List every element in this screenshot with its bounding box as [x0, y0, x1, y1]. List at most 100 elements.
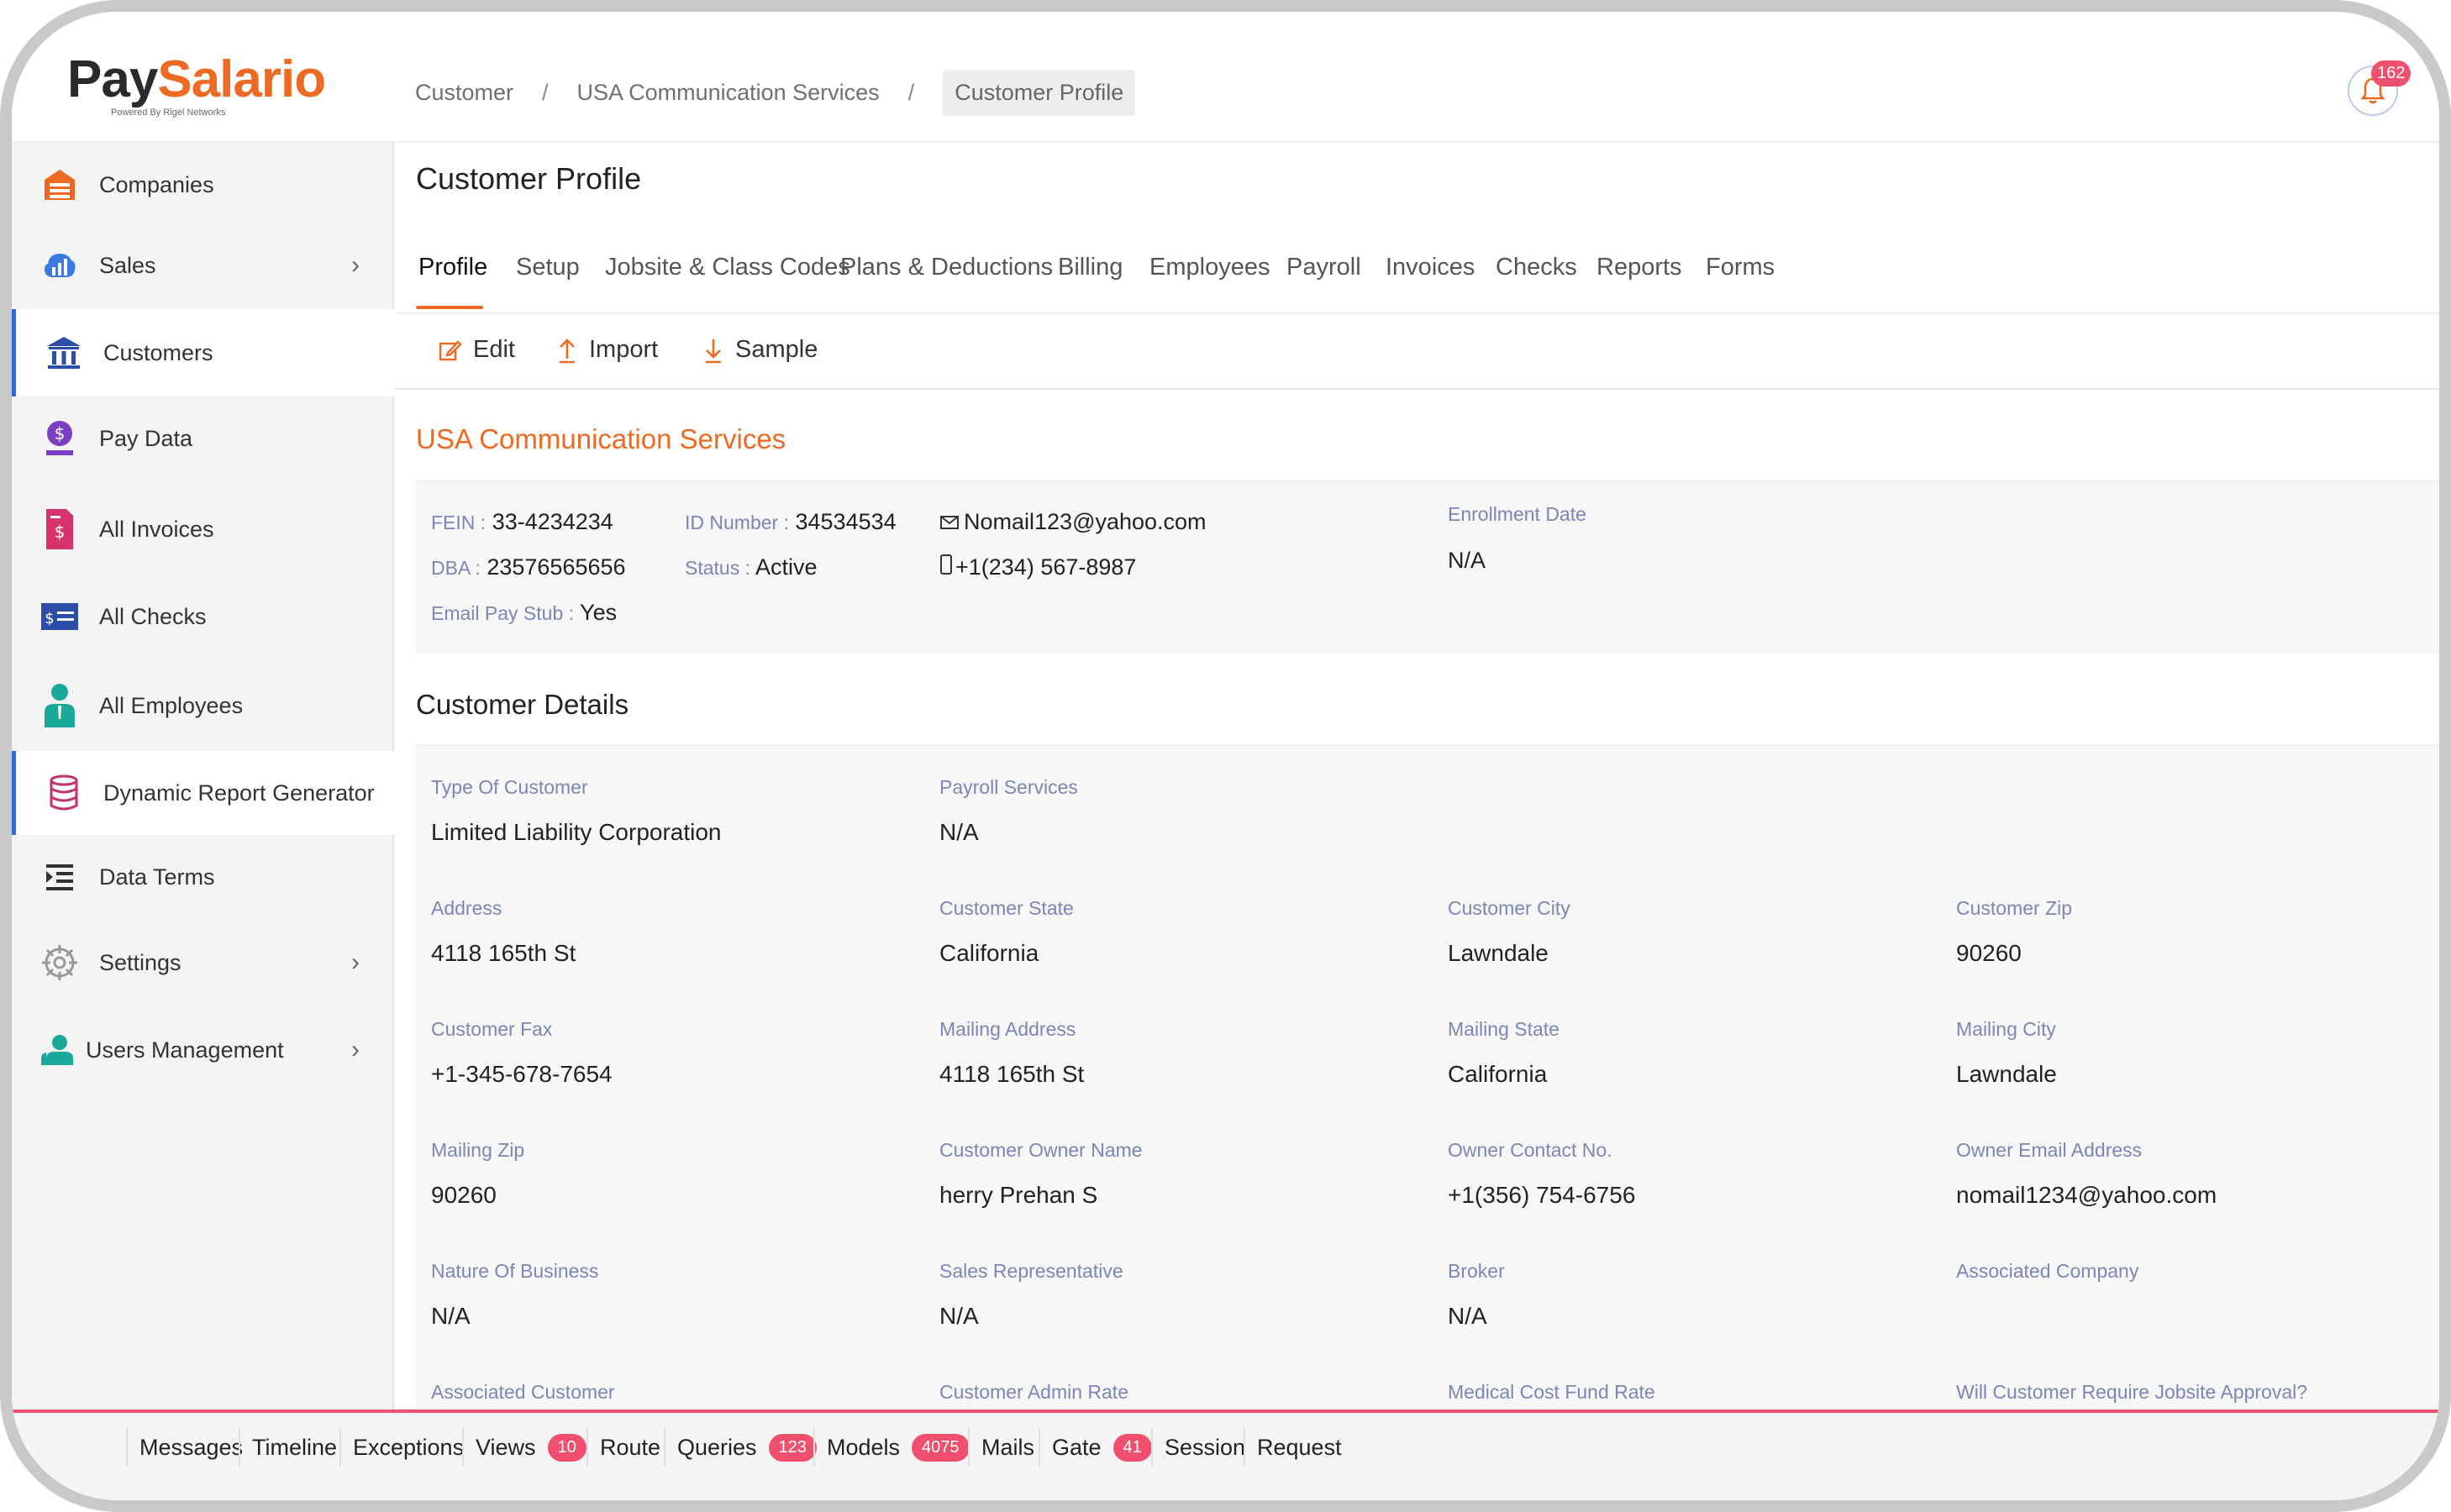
sidebar-item-customers[interactable]: Customers [12, 309, 394, 396]
sidebar-item-settings[interactable]: Settings › [12, 921, 394, 1005]
debug-tab-request[interactable]: Request [1244, 1428, 1342, 1467]
logo-part-1: Pay [67, 50, 158, 108]
field-mailing-zip: Mailing Zip 90260 [431, 1139, 525, 1208]
debug-tab-session[interactable]: Session [1151, 1428, 1245, 1467]
sidebar-item-all-checks[interactable]: $ All Checks [12, 575, 394, 659]
edit-button[interactable]: Edit [438, 336, 515, 364]
tab-setup[interactable]: Setup [516, 254, 580, 281]
sample-button[interactable]: Sample [703, 336, 818, 364]
invoice-icon: $ [40, 509, 79, 549]
breadcrumb-customer[interactable]: Customer [415, 80, 513, 106]
field-owner-contact-no: Owner Contact No. +1(356) 754-6756 [1448, 1139, 1636, 1208]
sidebar-item-all-invoices[interactable]: $ All Invoices [12, 487, 394, 571]
debug-tab-timeline[interactable]: Timeline [239, 1428, 337, 1467]
field-customer-fax: Customer Fax +1-345-678-7654 [431, 1018, 613, 1087]
queries-count-badge: 123 [768, 1433, 817, 1462]
tab-invoices[interactable]: Invoices [1386, 254, 1475, 281]
field-customer-zip: Customer Zip 90260 [1956, 897, 2073, 966]
field-address: Address 4118 165th St [431, 897, 576, 966]
tab-checks[interactable]: Checks [1496, 254, 1577, 281]
sidebar-item-dynamic-report-generator[interactable]: Dynamic Report Generator [12, 751, 394, 835]
breadcrumb-company[interactable]: USA Communication Services [577, 80, 880, 106]
enrollment-label: Enrollment Date [1448, 503, 1586, 525]
debug-tab-queries[interactable]: Queries 123 [664, 1428, 817, 1467]
top-header: PaySalario Powered By Rigel Networks Cus… [12, 12, 2439, 143]
email-row: Nomail123@yahoo.com [940, 509, 1207, 535]
fein-row: FEIN : 33-4234234 [431, 509, 613, 535]
debug-tab-mails[interactable]: Mails [968, 1428, 1034, 1467]
field-customer-owner-name: Customer Owner Name herry Prehan S [939, 1139, 1143, 1208]
active-tab-indicator [416, 306, 483, 309]
sidebar-item-label: Users Management [86, 1037, 284, 1063]
sidebar-item-companies[interactable]: Companies [12, 143, 394, 227]
sidebar-item-all-employees[interactable]: All Employees [12, 664, 394, 748]
status-row: Status : Active [685, 554, 818, 580]
id-number-row: ID Number : 34534534 [685, 509, 897, 535]
profile-tabs: Profile Setup Jobsite & Class Codes Plan… [396, 235, 2439, 314]
check-icon: $ [40, 597, 79, 636]
tab-employees[interactable]: Employees [1149, 254, 1270, 281]
edit-label: Edit [473, 336, 515, 363]
sample-label: Sample [735, 336, 818, 363]
debug-tab-models[interactable]: Models 4075 [813, 1428, 970, 1467]
field-broker: Broker N/A [1448, 1260, 1505, 1329]
main-content: Customer Profile Profile Setup Jobsite &… [396, 143, 2439, 1416]
tab-forms[interactable]: Forms [1706, 254, 1775, 281]
tab-reports[interactable]: Reports [1596, 254, 1682, 281]
logo-part-2: Salario [157, 50, 326, 108]
sidebar-item-label: Data Terms [99, 864, 215, 890]
debug-tab-views[interactable]: Views 10 [462, 1428, 586, 1467]
chevron-right-icon: › [351, 948, 360, 976]
svg-text:$: $ [45, 610, 54, 627]
field-payroll-services: Payroll Services N/A [939, 776, 1078, 845]
company-name: USA Communication Services [416, 423, 786, 454]
sidebar-item-label: All Employees [99, 692, 244, 718]
sidebar: Companies Sales › Customers $ Pay Data $… [12, 143, 394, 1411]
customer-details-title: Customer Details [416, 689, 629, 720]
models-count-badge: 4075 [912, 1433, 970, 1462]
sidebar-item-label: All Invoices [99, 516, 214, 542]
sidebar-item-data-terms[interactable]: Data Terms [12, 835, 394, 919]
upload-icon [560, 338, 575, 363]
customer-details: Type Of Customer Limited Liability Corpor… [416, 744, 2439, 1416]
breadcrumb-separator: / [542, 79, 549, 105]
database-icon [45, 774, 83, 812]
sidebar-item-pay-data[interactable]: $ Pay Data [12, 396, 394, 480]
field-sales-representative: Sales Representative N/A [939, 1260, 1123, 1329]
tab-billing[interactable]: Billing [1058, 254, 1123, 281]
svg-text:$: $ [55, 522, 66, 542]
tab-profile[interactable]: Profile [418, 254, 487, 281]
phone-icon [940, 554, 952, 575]
breadcrumb-current: Customer Profile [943, 69, 1136, 116]
field-nature-of-business: Nature Of Business N/A [431, 1260, 599, 1329]
phone-value: +1(234) 567-8987 [955, 554, 1137, 580]
field-type-of-customer: Type Of Customer Limited Liability Corpor… [431, 776, 722, 845]
bar-chart-icon [40, 246, 79, 285]
field-associated-company: Associated Company [1956, 1260, 2139, 1282]
sidebar-item-label: Companies [99, 171, 214, 197]
email-pay-stub-label: Email Pay Stub : [431, 602, 575, 624]
field-customer-admin-rate: Customer Admin Rate [939, 1381, 1128, 1403]
fein-value: 33-4234234 [492, 509, 613, 534]
field-customer-city: Customer City Lawndale [1448, 897, 1570, 966]
dba-value: 23576565656 [487, 554, 626, 580]
debug-tab-gate[interactable]: Gate 41 [1039, 1428, 1152, 1467]
tab-plans-deductions[interactable]: Plans & Deductions [840, 254, 1053, 281]
field-associated-customer: Associated Customer [431, 1381, 615, 1403]
sidebar-item-users-management[interactable]: Users Management › [12, 1008, 394, 1092]
chevron-right-icon: › [351, 251, 360, 279]
gate-count-badge: 41 [1112, 1433, 1152, 1462]
email-value[interactable]: Nomail123@yahoo.com [964, 509, 1207, 534]
field-mailing-address: Mailing Address 4118 165th St [939, 1018, 1085, 1087]
field-mailing-state: Mailing State California [1448, 1018, 1559, 1087]
debug-tab-exceptions[interactable]: Exceptions [339, 1428, 464, 1467]
brand-logo[interactable]: PaySalario Powered By Rigel Networks [67, 54, 326, 129]
debug-tab-route[interactable]: Route [586, 1428, 660, 1467]
sidebar-item-sales[interactable]: Sales › [12, 223, 394, 307]
debug-tab-messages[interactable]: Messages [126, 1428, 243, 1467]
import-button[interactable]: Import [557, 336, 658, 364]
tab-payroll[interactable]: Payroll [1286, 254, 1361, 281]
tab-jobsite-class-codes[interactable]: Jobsite & Class Codes [605, 254, 850, 281]
field-owner-email-address: Owner Email Address nomail1234@yahoo.com [1956, 1139, 2217, 1208]
users-icon [37, 1031, 76, 1069]
